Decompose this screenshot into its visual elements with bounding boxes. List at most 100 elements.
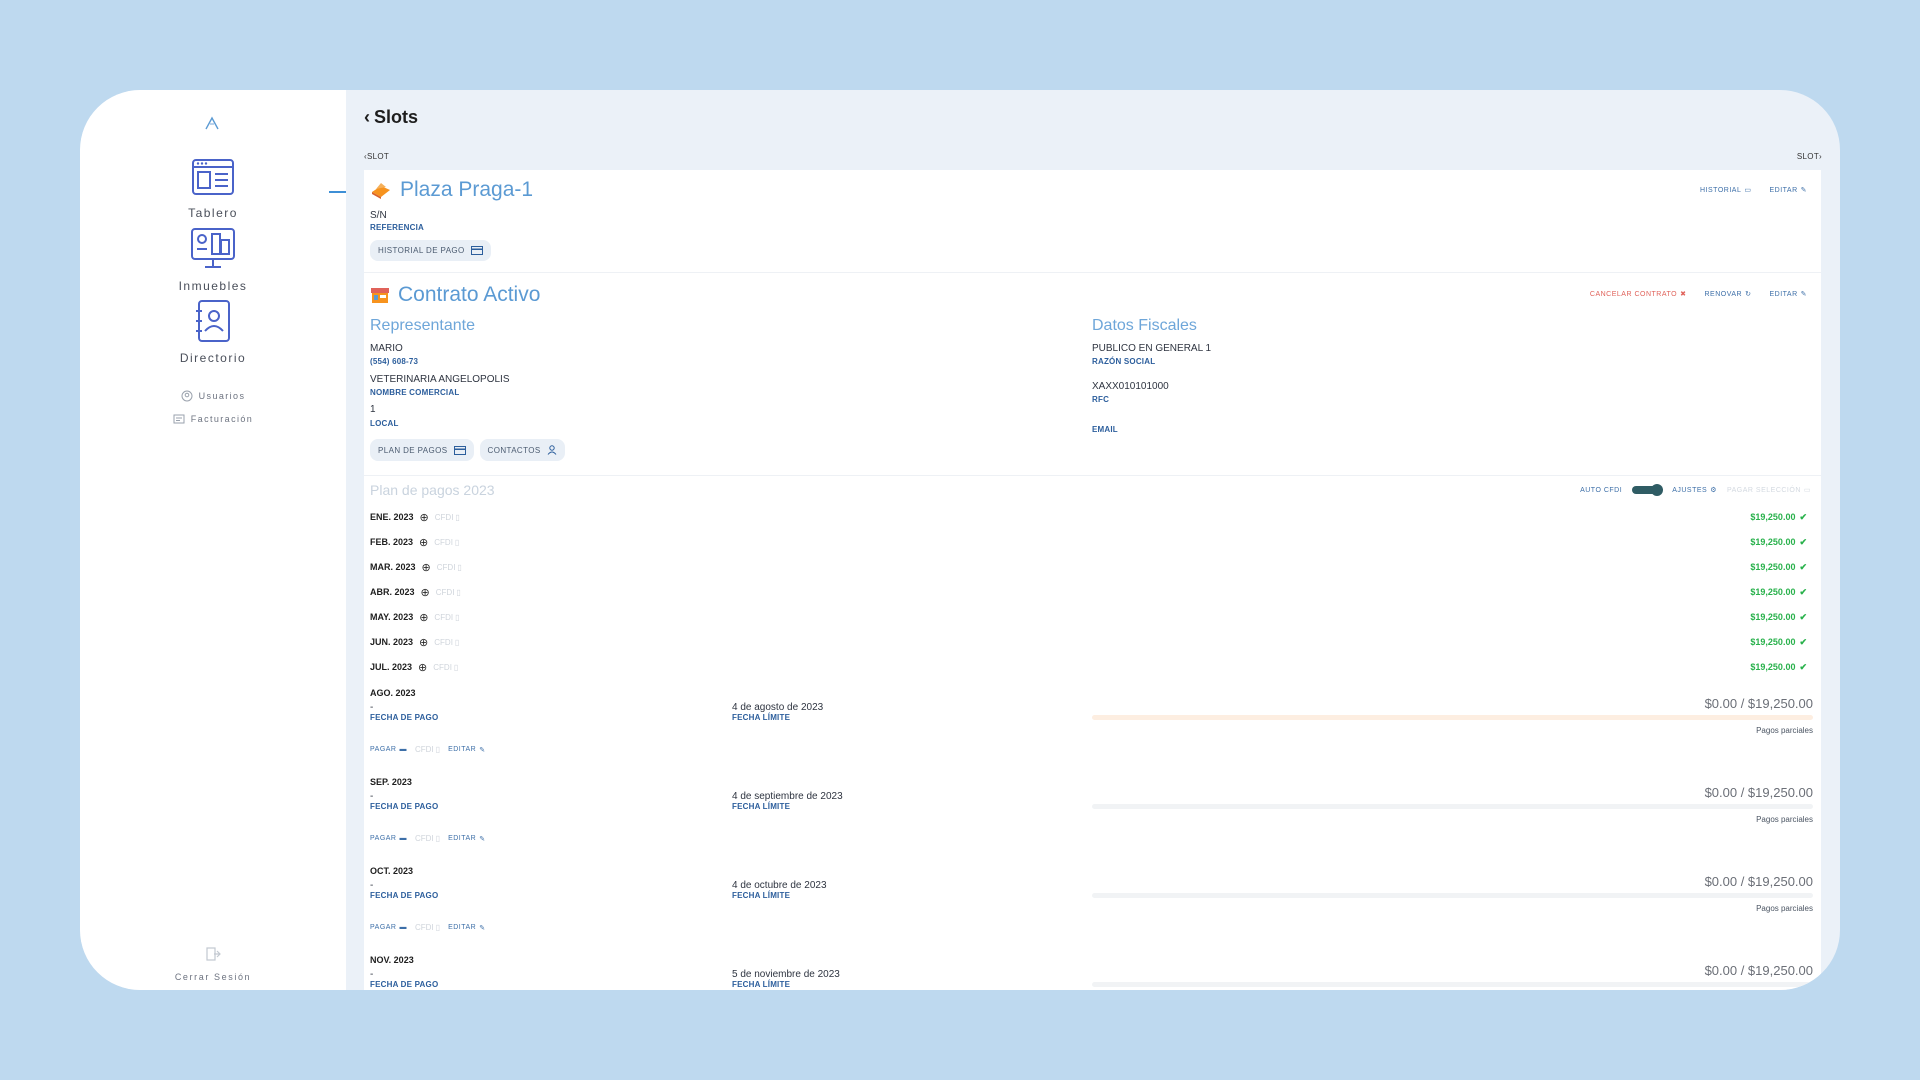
back-icon[interactable]: ‹: [364, 107, 370, 128]
document-icon: ▯: [455, 512, 460, 522]
sidebar-item-label: Directorio: [179, 351, 247, 365]
paid-row: MAR. 2023 ⊕ CFDI ▯ $19,250.00 ✔: [370, 561, 1807, 574]
partial-payments-link[interactable]: Pagos parciales: [1756, 726, 1813, 735]
rep-name: MARIO: [370, 343, 403, 354]
pay-button[interactable]: PAGAR ▬: [370, 746, 407, 753]
pay-selection-button[interactable]: PAGAR SELECCIÓN ▭: [1727, 486, 1811, 495]
cfdi-link[interactable]: CFDI ▯: [434, 538, 459, 547]
folder-icon: ▭: [1744, 187, 1752, 194]
credit-card-icon: [470, 246, 483, 255]
cfdi-link[interactable]: CFDI ▯: [436, 588, 461, 597]
edit-icon: ✎: [479, 835, 486, 843]
logout-label: Cerrar Sesión: [174, 972, 252, 982]
document-icon: ▯: [454, 637, 460, 647]
credit-card-icon: ▬: [399, 924, 407, 931]
edit-payment-link[interactable]: EDITAR ✎: [448, 924, 486, 932]
pay-button[interactable]: PAGAR ▬: [370, 835, 407, 842]
sidebar-item-label: Usuarios: [198, 391, 246, 401]
contacts-book-icon: [196, 300, 230, 342]
sidebar-item-facturacion[interactable]: Facturación: [80, 414, 346, 424]
active-indicator: [329, 191, 346, 193]
add-circle-icon[interactable]: ⊕: [418, 661, 427, 674]
document-icon: ▯: [435, 923, 441, 932]
edit-icon: ✎: [1800, 187, 1807, 194]
progress-bar: [1092, 982, 1813, 987]
paid-row: JUL. 2023 ⊕ CFDI ▯ $19,250.00 ✔: [370, 661, 1807, 674]
check-circle-icon: ✔: [1799, 661, 1807, 672]
sidebar-item-tablero[interactable]: Tablero: [80, 158, 346, 220]
add-circle-icon[interactable]: ⊕: [419, 611, 428, 624]
pay-button[interactable]: PAGAR ▬: [370, 924, 407, 931]
sidebar-item-directorio[interactable]: Directorio: [80, 299, 346, 365]
payment-plan-button[interactable]: PLAN DE PAGOS: [370, 439, 474, 461]
app-window: Tablero Inmuebles Directorio Usuarios Fa…: [80, 90, 1840, 990]
credit-card-icon: ▬: [399, 746, 407, 753]
email-label: EMAIL: [1092, 425, 1118, 434]
partial-payments-link[interactable]: Pagos parciales: [1756, 815, 1813, 824]
settings-link[interactable]: AJUSTES ⚙: [1672, 486, 1717, 495]
add-circle-icon[interactable]: ⊕: [422, 561, 431, 574]
next-slot-link[interactable]: SLOT›: [1797, 152, 1822, 161]
add-circle-icon[interactable]: ⊕: [419, 636, 428, 649]
rfc-value: XAXX010101000: [1092, 381, 1169, 392]
check-circle-icon: ✔: [1799, 561, 1807, 572]
slot-card: Plaza Praga-1 HISTORIAL ▭ EDITAR ✎ S/N REF…: [364, 170, 1821, 990]
edit-contract-link[interactable]: EDITAR ✎: [1769, 290, 1807, 299]
invoice-icon: [173, 414, 185, 424]
logout-button[interactable]: Cerrar Sesión: [80, 946, 346, 982]
add-circle-icon[interactable]: ⊕: [419, 536, 428, 549]
commercial-name-label: NOMBRE COMERCIAL: [370, 388, 460, 397]
close-icon: ✖: [1680, 291, 1687, 298]
payment-plan-section: Plan de pagos 2023 AUTO CFDI AJUSTES ⚙ PA…: [370, 482, 1813, 989]
document-icon: ▯: [457, 562, 462, 572]
renew-icon: ↻: [1745, 291, 1752, 298]
add-circle-icon[interactable]: ⊕: [420, 511, 429, 524]
user-icon: [547, 445, 557, 455]
logo-icon: [205, 116, 219, 130]
cfdi-link[interactable]: CFDI ▯: [415, 745, 440, 754]
property-icon: [372, 183, 390, 199]
paid-row: MAY. 2023 ⊕ CFDI ▯ $19,250.00 ✔: [370, 611, 1807, 624]
cancel-contract-link[interactable]: CANCELAR CONTRATO ✖: [1590, 290, 1687, 299]
edit-property-link[interactable]: EDITAR ✎: [1769, 186, 1807, 195]
cfdi-link[interactable]: CFDI ▯: [437, 563, 462, 572]
edit-payment-link[interactable]: EDITAR ✎: [448, 835, 486, 843]
paid-row: ENE. 2023 ⊕ CFDI ▯ $19,250.00 ✔: [370, 511, 1807, 524]
edit-payment-link[interactable]: EDITAR ✎: [448, 746, 486, 754]
edit-icon: ✎: [479, 924, 486, 932]
check-circle-icon: ✔: [1799, 511, 1807, 522]
local-value: 1: [370, 404, 376, 415]
auto-cfdi-label: AUTO CFDI: [1580, 486, 1623, 494]
cfdi-link[interactable]: CFDI ▯: [434, 638, 459, 647]
gear-icon: ⚙: [1710, 487, 1717, 494]
user-circle-icon: [181, 390, 193, 402]
add-circle-icon[interactable]: ⊕: [421, 586, 430, 599]
contacts-button[interactable]: CONTACTOS: [479, 439, 565, 461]
property-section: Plaza Praga-1 HISTORIAL ▭ EDITAR ✎ S/N REF…: [364, 170, 1821, 273]
partial-payments-link[interactable]: Pagos parciales: [1756, 904, 1813, 913]
sidebar-item-inmuebles[interactable]: Inmuebles: [80, 227, 346, 293]
store-icon: [371, 288, 389, 303]
prev-slot-link[interactable]: ‹SLOT: [364, 152, 389, 161]
sidebar-item-label: Tablero: [188, 206, 238, 220]
payment-history-button[interactable]: HISTORIAL DE PAGO: [370, 240, 491, 261]
credit-card-icon: ▬: [399, 835, 407, 842]
cfdi-link[interactable]: CFDI ▯: [433, 663, 458, 672]
auto-cfdi-toggle[interactable]: [1632, 484, 1664, 496]
cfdi-link[interactable]: CFDI ▯: [434, 613, 459, 622]
buildings-icon: [191, 228, 235, 268]
sidebar-item-usuarios[interactable]: Usuarios: [80, 390, 346, 402]
paid-row: JUN. 2023 ⊕ CFDI ▯ $19,250.00 ✔: [370, 636, 1807, 649]
rep-phone: (554) 608-73: [370, 357, 419, 366]
razon-social-label: RAZÓN SOCIAL: [1092, 357, 1156, 366]
cfdi-link[interactable]: CFDI ▯: [415, 834, 440, 843]
renew-link[interactable]: RENOVAR ↻: [1704, 290, 1752, 299]
history-link[interactable]: HISTORIAL ▭: [1700, 186, 1752, 195]
cfdi-link[interactable]: CFDI ▯: [415, 923, 440, 932]
document-icon: ▯: [456, 587, 461, 597]
contract-title: Contrato Activo: [370, 283, 540, 307]
cfdi-link[interactable]: CFDI ▯: [435, 513, 460, 522]
plan-title: Plan de pagos 2023: [370, 482, 495, 498]
local-label: LOCAL: [370, 419, 399, 428]
razon-social-value: PUBLICO EN GENERAL 1: [1092, 343, 1212, 354]
